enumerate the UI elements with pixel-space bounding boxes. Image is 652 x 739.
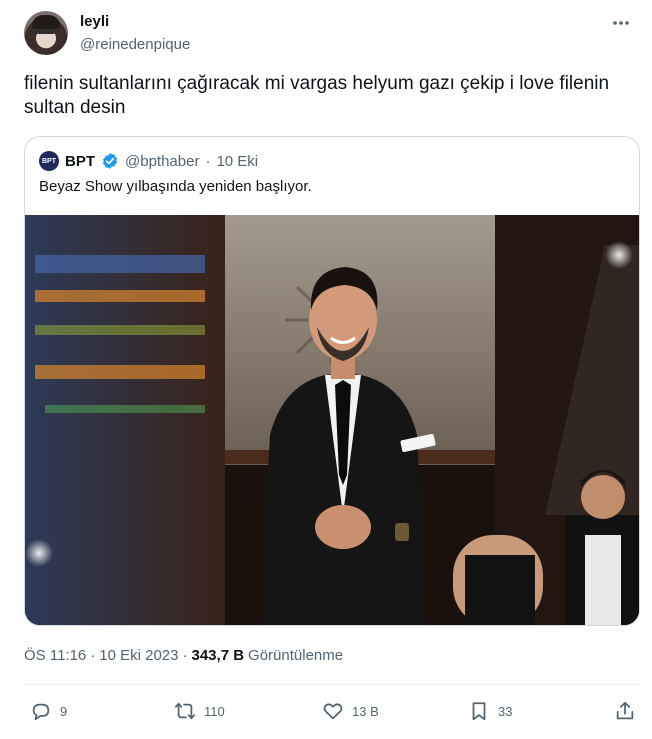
quoted-header: BPT BPT @bpthaber · 10 Eki [39, 151, 258, 171]
action-bar: 9 110 13 B 33 [24, 696, 640, 728]
like-icon [323, 703, 343, 720]
quoted-name: BPT [65, 152, 95, 170]
reply-count: 9 [60, 703, 68, 719]
more-icon[interactable] [610, 12, 632, 34]
bookmark-count: 33 [498, 703, 513, 719]
meta-separator-2: · [182, 647, 188, 664]
view-count: 343,7 B [191, 647, 245, 664]
author-handle[interactable]: @reinedenpique [80, 36, 190, 53]
author-name[interactable]: leyli [80, 13, 109, 30]
quoted-text: Beyaz Show yılbaşında yeniden başlıyor. [39, 178, 312, 195]
photo-illustration [25, 215, 639, 625]
share-button[interactable] [614, 700, 636, 722]
views-label: Görüntülenme [248, 647, 344, 664]
avatar-hair [32, 15, 60, 29]
repost-icon [174, 702, 196, 720]
like-button[interactable]: 13 B [322, 700, 379, 722]
divider [24, 684, 640, 685]
avatar[interactable] [24, 11, 68, 55]
share-icon [616, 701, 634, 720]
like-count: 13 B [352, 703, 379, 719]
bookmark-icon [472, 702, 486, 721]
avatar-glasses [37, 29, 55, 34]
verified-icon [102, 153, 118, 169]
repost-button[interactable]: 110 [174, 700, 225, 722]
reply-button[interactable]: 9 [30, 700, 67, 722]
reply-icon [32, 703, 50, 721]
quoted-logo: BPT [39, 151, 59, 171]
quoted-separator: · [205, 152, 211, 170]
tweet-text: filenin sultanlarını çağıracak mi vargas… [24, 73, 610, 118]
quoted-photo[interactable] [25, 215, 639, 625]
more-icon-svg [613, 21, 629, 25]
quoted-date: 10 Eki [216, 152, 259, 170]
tweet-date[interactable]: 10 Eki 2023 [99, 647, 178, 664]
quoted-tweet[interactable]: BPT BPT @bpthaber · 10 Eki Beyaz Show yı… [24, 136, 640, 626]
meta-separator: · [90, 647, 96, 664]
bookmark-button[interactable]: 33 [468, 700, 512, 722]
tweet-time[interactable]: ÖS 11:16 [24, 647, 86, 664]
quoted-handle: @bpthaber [125, 152, 200, 170]
tweet-meta: ÖS 11:16 · 10 Eki 2023 · 343,7 B Görüntü… [24, 647, 343, 664]
repost-count: 110 [204, 703, 225, 719]
